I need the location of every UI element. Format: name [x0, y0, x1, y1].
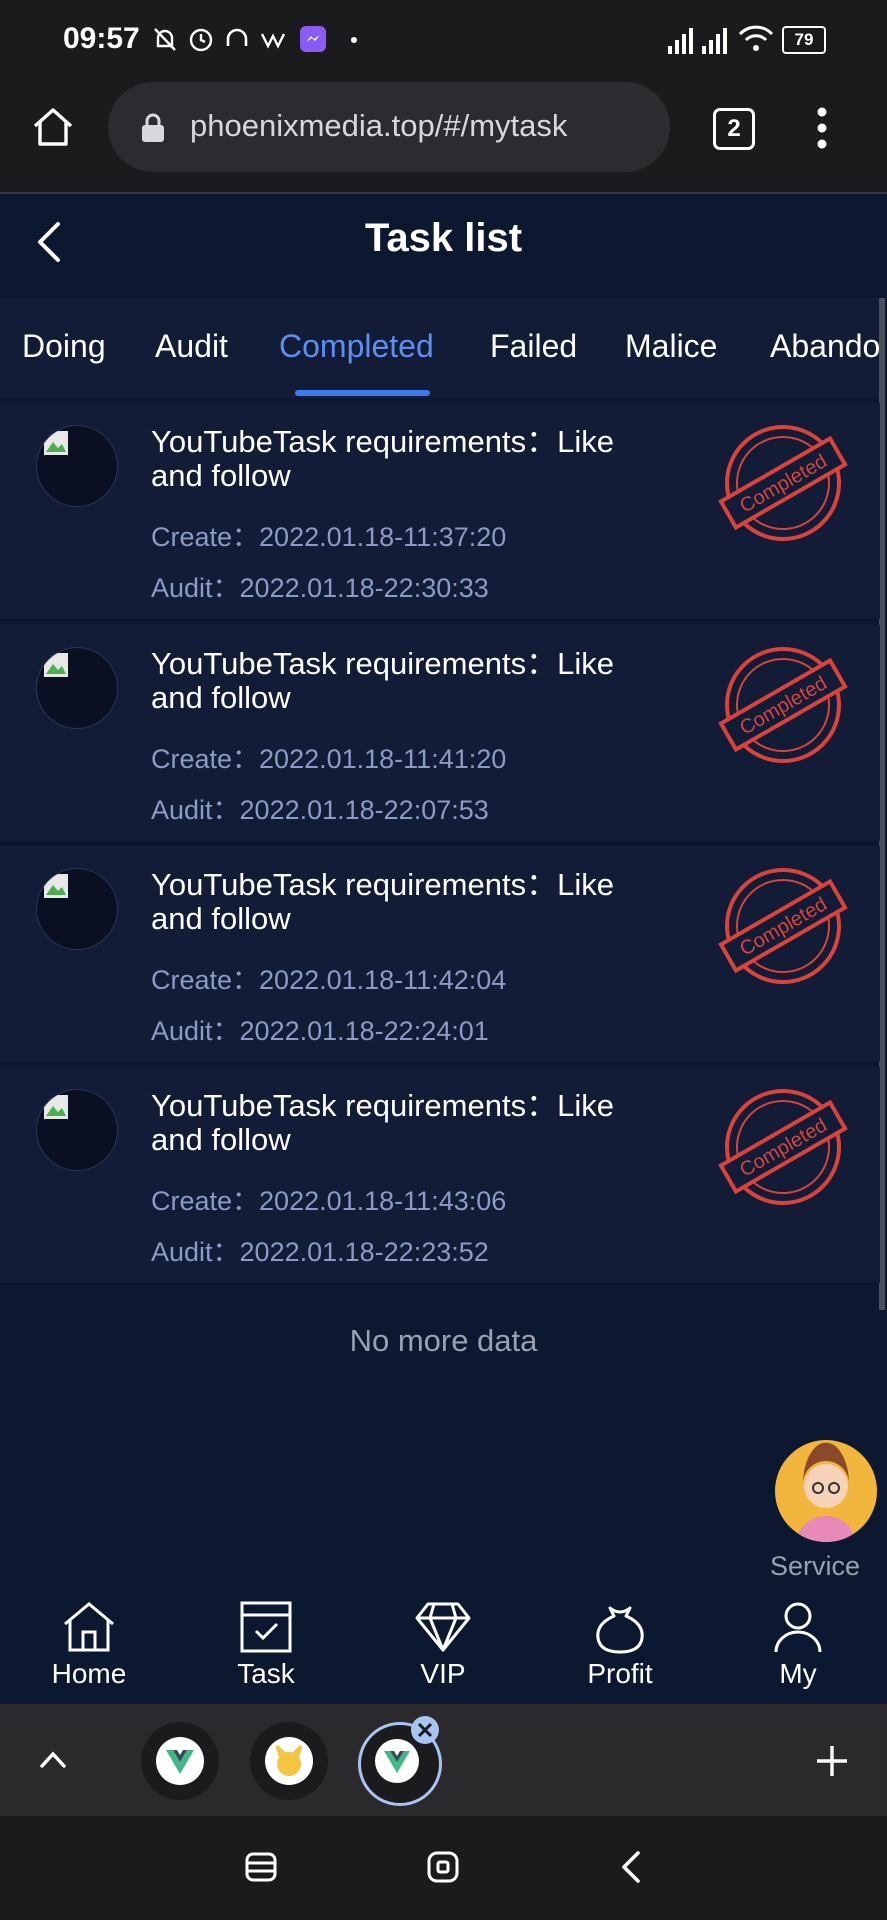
tab-audit[interactable]: Audit	[155, 328, 228, 365]
broken-image-icon	[44, 653, 68, 677]
completed-stamp: Completed	[718, 647, 848, 763]
task-audit-time: Audit：2022.01.18-22:24:01	[151, 1016, 489, 1046]
nav-vip-label: VIP	[420, 1658, 466, 1689]
nav-vip[interactable]: VIP	[388, 1600, 498, 1690]
task-audit-time: Audit：2022.01.18-22:07:53	[151, 795, 489, 825]
broken-image-icon	[44, 874, 68, 898]
dot-icon	[351, 37, 357, 43]
task-thumbnail	[36, 647, 118, 729]
task-title: YouTubeTask requirements：Like and follow	[151, 424, 614, 493]
service-label[interactable]: Service	[770, 1551, 860, 1582]
more-menu-icon[interactable]	[812, 104, 832, 152]
service-avatar[interactable]	[775, 1440, 877, 1542]
diamond-icon	[415, 1602, 471, 1652]
broken-image-icon	[44, 1095, 68, 1119]
vue-logo-icon	[156, 1737, 204, 1785]
home-icon	[64, 1602, 114, 1652]
wifi-calling-icon	[260, 33, 286, 49]
signal-icon	[668, 28, 727, 54]
tab-completed[interactable]: Completed	[279, 328, 434, 365]
recent-apps-icon[interactable]	[244, 1850, 278, 1884]
customer-service-icon	[797, 1442, 855, 1542]
task-thumbnail	[36, 1089, 118, 1171]
task-icon	[240, 1601, 292, 1653]
task-title: YouTubeTask requirements：Like and follow	[151, 646, 614, 715]
browser-home-icon[interactable]	[30, 104, 76, 150]
bell-off-icon	[154, 28, 176, 51]
pikachu-icon	[265, 1737, 313, 1785]
battery-indicator: 79	[782, 26, 826, 54]
task-create-time: Create：2022.01.18-11:41:20	[151, 744, 507, 774]
task-create-time: Create：2022.01.18-11:42:04	[151, 965, 507, 995]
task-title: YouTubeTask requirements：Like and follow	[151, 867, 614, 936]
nav-profit[interactable]: Profit	[565, 1600, 675, 1690]
alarm-icon	[189, 28, 213, 52]
messenger-icon	[300, 26, 326, 52]
tab-abandoned[interactable]: Abando	[770, 328, 880, 365]
task-audit-time: Audit：2022.01.18-22:23:52	[151, 1237, 489, 1267]
tab-doing[interactable]: Doing	[22, 328, 106, 365]
no-more-data-text: No more data	[349, 1323, 538, 1358]
chevron-up-icon[interactable]	[38, 1748, 68, 1770]
completed-stamp: Completed	[718, 425, 848, 541]
add-tab-icon[interactable]	[815, 1744, 849, 1778]
user-icon	[774, 1602, 822, 1653]
task-create-time: Create：2022.01.18-11:43:06	[151, 1186, 507, 1216]
tab-switcher-button[interactable]: 2	[713, 108, 755, 150]
nav-my-label: My	[779, 1658, 817, 1689]
home-button-icon[interactable]	[426, 1850, 460, 1884]
wifi-icon	[738, 25, 774, 51]
nav-home[interactable]: Home	[34, 1600, 144, 1690]
task-audit-time: Audit：2022.01.18-22:30:33	[151, 573, 489, 603]
task-thumbnail	[36, 425, 118, 507]
url-text[interactable]: phoenixmedia.top/#/mytask	[190, 108, 567, 144]
completed-stamp: Completed	[718, 1089, 848, 1205]
nav-profit-label: Profit	[587, 1658, 653, 1689]
completed-stamp: Completed	[718, 868, 848, 984]
status-tabs: Doing Audit Completed Failed Malice Aban…	[0, 298, 880, 398]
nav-home-label: Home	[51, 1658, 127, 1689]
page-title: Task list	[364, 216, 523, 260]
back-button-icon[interactable]	[616, 1850, 646, 1884]
broken-image-icon	[44, 431, 68, 455]
nav-task-label: Task	[237, 1658, 295, 1689]
money-bag-icon	[596, 1606, 644, 1654]
task-create-time: Create：2022.01.18-11:37:20	[151, 522, 507, 552]
nav-task[interactable]: Task	[211, 1600, 321, 1690]
tab-malice[interactable]: Malice	[625, 328, 717, 365]
task-title: YouTubeTask requirements：Like and follow	[151, 1088, 614, 1157]
nav-my[interactable]: My	[743, 1600, 853, 1690]
headphones-icon	[226, 28, 248, 46]
tab-failed[interactable]: Failed	[490, 328, 577, 365]
lock-icon	[142, 113, 164, 142]
status-bar: 09:57 79	[0, 0, 887, 80]
close-tab-icon[interactable]	[410, 1715, 440, 1745]
browser-tab-strip	[0, 1704, 887, 1816]
browser-tab-vue-1[interactable]	[141, 1722, 219, 1800]
active-tab-indicator	[295, 390, 430, 396]
task-thumbnail	[36, 868, 118, 950]
browser-tab-pikachu[interactable]	[250, 1722, 328, 1800]
status-time: 09:57	[63, 22, 140, 55]
